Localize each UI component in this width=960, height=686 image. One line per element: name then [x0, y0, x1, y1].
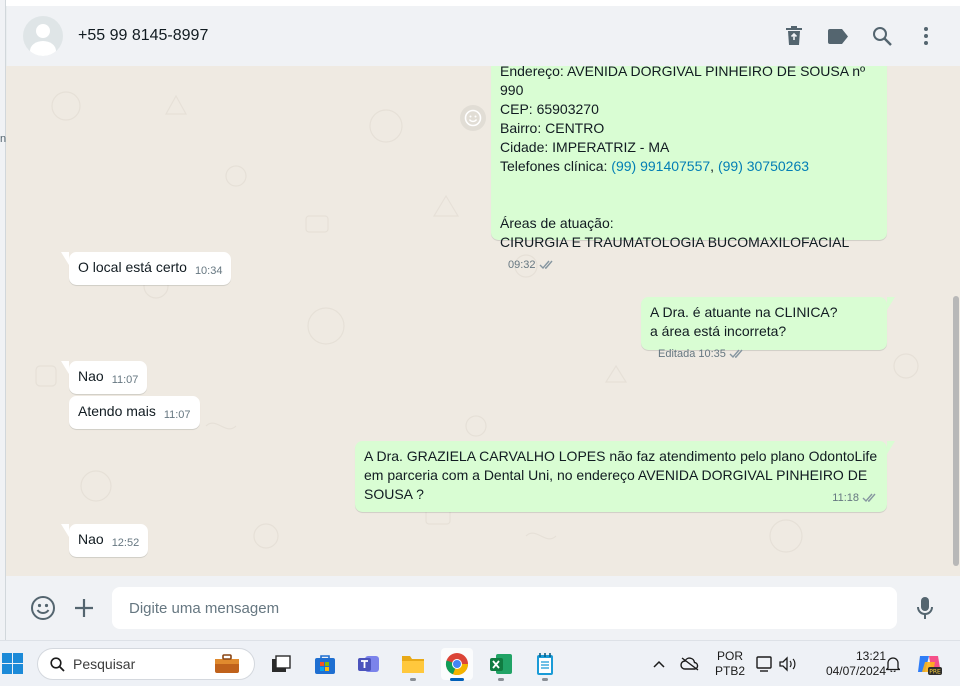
- search-icon: [50, 656, 65, 672]
- excel-icon[interactable]: [485, 648, 517, 681]
- incoming-message[interactable]: O local está certo 10:34: [61, 252, 232, 285]
- message-line: CIRURGIA E TRAUMATOLOGIA BUCOMAXILOFACIA…: [500, 233, 878, 271]
- message-time: 11:07: [111, 374, 139, 386]
- phone-link[interactable]: (99) 30750263: [718, 158, 809, 174]
- microphone-icon[interactable]: [910, 593, 940, 623]
- emoji-reaction-icon: [464, 109, 482, 127]
- message-line: A Dra. GRAZIELA CARVALHO LOPES não faz a…: [364, 448, 878, 464]
- taskbar-clock[interactable]: 13:21 04/07/2024: [812, 649, 886, 679]
- search-label: Pesquisar: [73, 656, 136, 672]
- teams-icon[interactable]: [353, 648, 385, 680]
- message-text: O local está certo: [78, 259, 187, 275]
- outgoing-message[interactable]: A Dra. GRAZIELA CARVALHO LOPES não faz a…: [355, 441, 895, 512]
- phone-link[interactable]: (99) 991407557: [611, 158, 710, 174]
- reaction-button[interactable]: [460, 105, 486, 131]
- message-line: Áreas de atuação:: [500, 215, 614, 231]
- label-icon[interactable]: [826, 24, 850, 48]
- header-actions: [762, 24, 938, 48]
- copilot-icon[interactable]: PRE: [913, 648, 945, 680]
- incoming-message[interactable]: Nao 11:07: [61, 361, 148, 394]
- monitor-speaker-icon: [756, 656, 796, 672]
- phones-label: Telefones clínica:: [500, 158, 612, 174]
- message-input[interactable]: [112, 587, 897, 629]
- chat-scrollbar[interactable]: [953, 296, 959, 566]
- message-line: a área está incorreta?Editada 10:35: [650, 322, 878, 360]
- cloud-offline-icon[interactable]: [676, 648, 704, 680]
- delete-icon[interactable]: [782, 24, 806, 48]
- incoming-message[interactable]: Atendo mais 11:07: [69, 396, 200, 429]
- message-time: 12:52: [111, 537, 140, 549]
- chrome-icon[interactable]: [441, 648, 473, 681]
- network-volume-icons[interactable]: [755, 648, 801, 680]
- task-view-icon[interactable]: [265, 648, 297, 680]
- avatar[interactable]: [23, 16, 63, 56]
- svg-text:PRE: PRE: [929, 669, 941, 676]
- double-check-icon: [862, 493, 876, 503]
- briefcase-icon: [215, 654, 239, 673]
- message-line: em parceria com a Dental Uni, no endereç…: [364, 467, 868, 483]
- message-meta: 09:32: [508, 256, 555, 275]
- outgoing-message[interactable]: Endereço: AVENIDA DORGIVAL PINHEIRO DE S…: [491, 66, 887, 271]
- message-meta: Editada 10:35: [658, 345, 745, 364]
- search-icon[interactable]: [870, 24, 894, 48]
- message-meta: 11:18: [832, 489, 878, 508]
- edited-label: Editada: [658, 348, 696, 360]
- clock-time: 13:21: [855, 649, 886, 663]
- taskbar-search[interactable]: Pesquisar: [37, 648, 255, 680]
- message-time: 10:34: [194, 265, 223, 277]
- message-line: Cidade: IMPERATRIZ - MA: [500, 139, 670, 155]
- chat-area[interactable]: Endereço: AVENIDA DORGIVAL PINHEIRO DE S…: [6, 66, 960, 576]
- chat-header: +55 99 8145-8997: [6, 6, 960, 66]
- notepad-icon[interactable]: [529, 648, 561, 681]
- windows-start-icon[interactable]: [0, 648, 26, 680]
- message-composer: [6, 576, 960, 640]
- message-text: Nao: [78, 531, 104, 547]
- double-check-icon: [729, 349, 743, 359]
- notification-bell-icon[interactable]: [880, 648, 906, 680]
- incoming-message[interactable]: Nao 12:52: [61, 524, 149, 557]
- message-text: Atendo mais: [78, 403, 156, 419]
- message-text: Nao: [78, 368, 104, 384]
- menu-icon[interactable]: [914, 24, 938, 48]
- message-line: Bairro: CENTRO: [500, 120, 605, 136]
- chevron-up-icon[interactable]: [647, 648, 671, 680]
- microsoft-store-icon[interactable]: [309, 648, 341, 680]
- outgoing-message[interactable]: A Dra. é atuante na CLINICA? a área está…: [641, 297, 895, 360]
- message-line: Endereço: AVENIDA DORGIVAL PINHEIRO DE S…: [500, 66, 866, 98]
- double-check-icon: [539, 260, 553, 270]
- message-line: A Dra. é atuante na CLINICA?: [650, 304, 838, 320]
- attach-plus-icon[interactable]: [69, 593, 99, 623]
- taskbar: Pesquisar POR PTB2 13:21 04/07/2024 PRE: [0, 640, 960, 686]
- contact-name[interactable]: +55 99 8145-8997: [78, 27, 208, 45]
- message-time: 11:07: [163, 409, 191, 421]
- message-line: SOUSA ? 11:18: [364, 485, 878, 504]
- clock-date: 04/07/2024: [825, 664, 886, 678]
- language-indicator[interactable]: POR PTB2: [710, 649, 750, 679]
- emoji-icon[interactable]: [28, 593, 58, 623]
- file-explorer-icon[interactable]: [397, 648, 429, 681]
- message-line: Telefones clínica: (99) 991407557, (99) …: [500, 158, 810, 174]
- message-line: CEP: 65903270: [500, 101, 599, 117]
